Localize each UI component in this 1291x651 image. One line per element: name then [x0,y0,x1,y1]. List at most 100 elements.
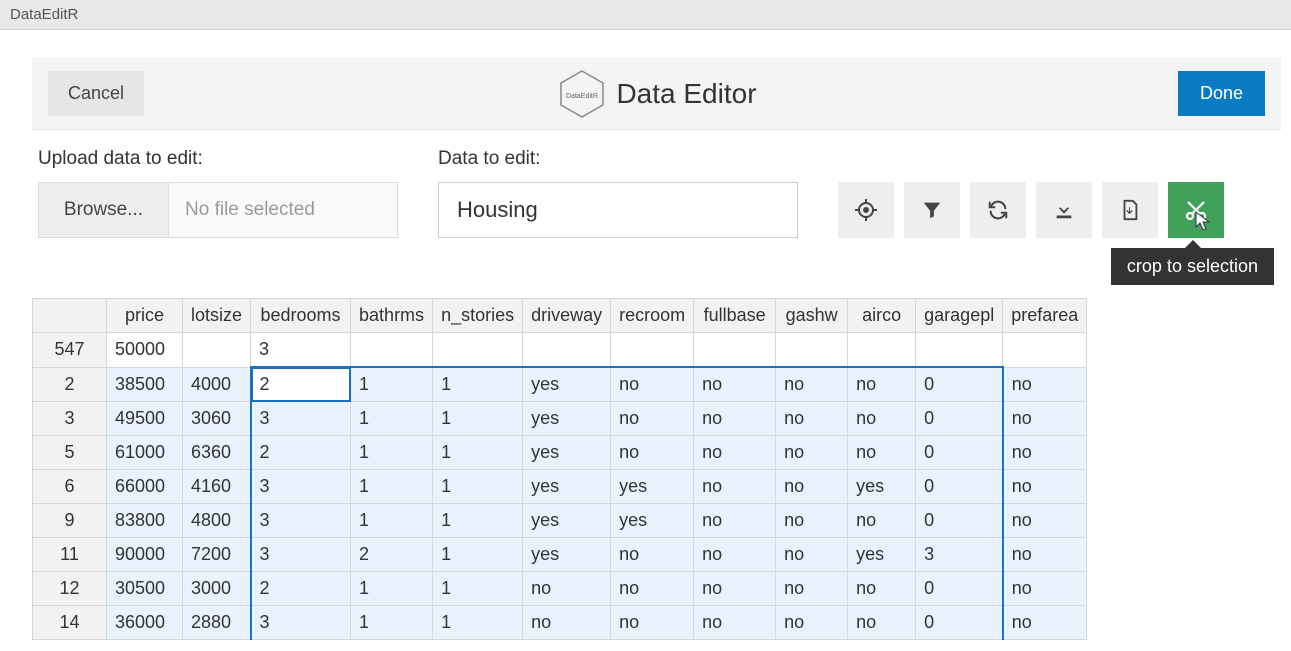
target-button[interactable] [838,182,894,238]
cell[interactable]: 1 [433,470,523,504]
cell[interactable] [433,333,523,368]
cell[interactable]: 50000 [107,333,183,368]
col-header-recroom[interactable]: recroom [611,299,694,333]
cell[interactable]: 2880 [183,606,251,640]
cell[interactable]: 2 [351,538,433,572]
cell[interactable]: yes [523,538,611,572]
cell[interactable]: no [611,436,694,470]
cell[interactable]: 1 [433,606,523,640]
col-header-airco[interactable]: airco [848,299,916,333]
cell[interactable]: no [523,606,611,640]
table-row[interactable]: 6660004160311yesyesnonoyes0no [33,470,1087,504]
cell[interactable]: 3060 [183,402,251,436]
cell[interactable]: 0 [916,504,1003,538]
cell[interactable]: 1 [351,470,433,504]
cell[interactable]: no [776,436,848,470]
cell[interactable]: no [694,470,776,504]
cell[interactable]: 0 [916,436,1003,470]
cell[interactable]: no [848,572,916,606]
cell[interactable]: no [1003,436,1087,470]
cell[interactable]: 0 [916,470,1003,504]
row-number[interactable]: 5 [33,436,107,470]
data-select-input[interactable] [438,182,798,238]
cell[interactable] [916,333,1003,368]
cell[interactable]: 1 [433,402,523,436]
cell[interactable]: 1 [351,572,433,606]
cell[interactable]: 1 [433,504,523,538]
cell[interactable]: 3 [251,333,351,368]
cell[interactable]: no [1003,606,1087,640]
cell[interactable]: 1 [433,436,523,470]
cell[interactable]: 90000 [107,538,183,572]
cell[interactable]: 1 [433,572,523,606]
cell[interactable]: 3 [251,402,351,436]
table-row[interactable]: 11900007200321yesnononoyes3no [33,538,1087,572]
cell[interactable]: 4800 [183,504,251,538]
row-number[interactable]: 547 [33,333,107,368]
cell[interactable]: no [776,470,848,504]
cell[interactable]: 2 [251,436,351,470]
cell[interactable]: no [848,402,916,436]
cell[interactable] [611,333,694,368]
browse-button[interactable]: Browse... [39,183,169,237]
download-button[interactable] [1036,182,1092,238]
cell[interactable]: 0 [916,367,1003,402]
cell[interactable]: 3000 [183,572,251,606]
table-body[interactable]: 5475000032385004000211yesnononono0no3495… [33,333,1087,640]
col-header-fullbase[interactable]: fullbase [694,299,776,333]
cell[interactable]: 83800 [107,504,183,538]
cancel-button[interactable]: Cancel [48,71,144,116]
cell[interactable]: 1 [351,367,433,402]
cell[interactable] [523,333,611,368]
cell[interactable]: no [1003,367,1087,402]
cell[interactable]: 36000 [107,606,183,640]
cell[interactable]: yes [523,402,611,436]
cell[interactable]: 2 [251,572,351,606]
cell[interactable]: 38500 [107,367,183,402]
cell[interactable]: 0 [916,572,1003,606]
cell[interactable]: no [776,538,848,572]
cell[interactable]: no [694,436,776,470]
col-header-n_stories[interactable]: n_stories [433,299,523,333]
table-row[interactable]: 14360002880311nonononono0no [33,606,1087,640]
cell[interactable]: yes [611,504,694,538]
table-row[interactable]: 12305003000211nonononono0no [33,572,1087,606]
table-row[interactable]: 54750000 3 [33,333,1087,368]
cell[interactable] [848,333,916,368]
cell[interactable]: no [848,504,916,538]
cell[interactable]: no [611,367,694,402]
row-number[interactable]: 2 [33,367,107,402]
cell[interactable]: yes [611,470,694,504]
cell[interactable] [1003,333,1087,368]
cell[interactable]: 1 [351,504,433,538]
row-number[interactable]: 12 [33,572,107,606]
cell[interactable]: no [776,367,848,402]
cell[interactable]: yes [848,470,916,504]
cell[interactable]: 7200 [183,538,251,572]
cell[interactable]: 1 [351,402,433,436]
cell[interactable]: no [776,504,848,538]
cell[interactable]: no [611,538,694,572]
cell[interactable]: no [1003,470,1087,504]
save-file-button[interactable] [1102,182,1158,238]
cell[interactable]: 49500 [107,402,183,436]
data-table[interactable]: pricelotsizebedroomsbathrmsn_storiesdriv… [32,298,1087,640]
cell[interactable]: 4160 [183,470,251,504]
cell[interactable]: no [1003,402,1087,436]
col-header-bathrms[interactable]: bathrms [351,299,433,333]
cell[interactable]: no [694,572,776,606]
cell[interactable]: no [611,606,694,640]
col-header-driveway[interactable]: driveway [523,299,611,333]
row-number[interactable]: 14 [33,606,107,640]
cell[interactable]: no [694,606,776,640]
cell[interactable]: no [694,402,776,436]
cell[interactable]: no [694,504,776,538]
cell[interactable]: 3 [916,538,1003,572]
cell[interactable]: no [776,606,848,640]
cell[interactable]: 4000 [183,367,251,402]
cell[interactable]: 66000 [107,470,183,504]
cell[interactable]: no [776,572,848,606]
table-row[interactable]: 3495003060311yesnononono0no [33,402,1087,436]
cell[interactable]: yes [523,436,611,470]
cell[interactable]: no [694,538,776,572]
